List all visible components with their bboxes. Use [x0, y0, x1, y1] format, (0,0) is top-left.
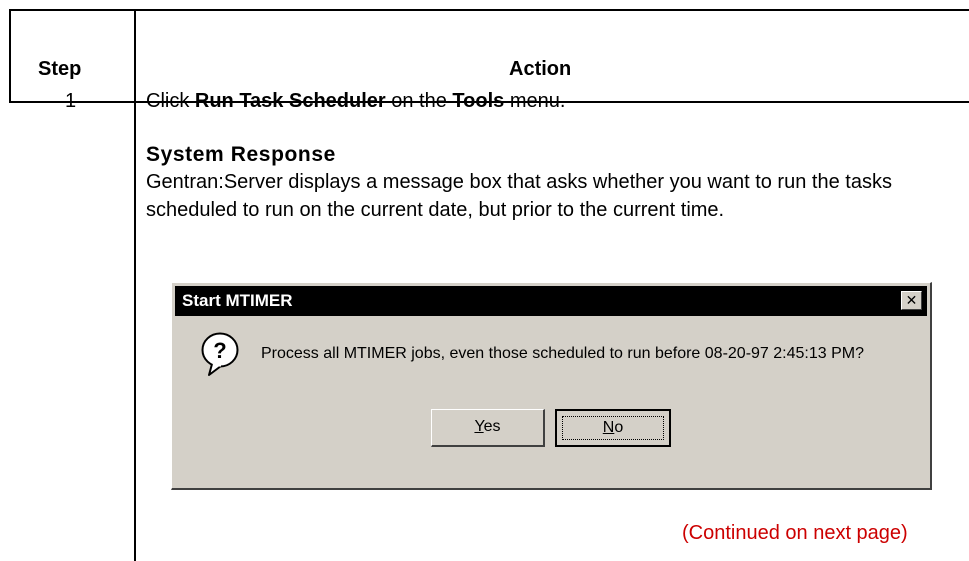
menu-name: Tools [452, 90, 505, 112]
column-divider [134, 9, 136, 561]
step-instruction: Click Run Task Scheduler on the Tools me… [146, 90, 565, 113]
dialog-title: Start MTIMER [182, 291, 293, 310]
no-button[interactable]: No [555, 409, 671, 447]
question-icon: ? [200, 331, 240, 382]
yes-button[interactable]: Yes [431, 409, 545, 447]
yes-label: es [483, 418, 501, 435]
no-label: o [614, 419, 624, 436]
instruction-suffix: menu. [504, 90, 566, 112]
system-response-heading: System Response [146, 143, 336, 166]
table-left-border [9, 9, 11, 103]
system-response-text: Gentran:Server displays a message box th… [146, 171, 892, 221]
instruction-prefix: Click [146, 90, 195, 112]
close-icon: ✕ [905, 292, 918, 308]
no-mnemonic: N [602, 419, 615, 436]
dialog-message: Process all MTIMER jobs, even those sche… [261, 345, 864, 362]
header-step: Step [38, 58, 82, 80]
start-mtimer-dialog: Start MTIMER ✕ ? Process all MTIMER jobs… [171, 282, 932, 490]
command-name: Run Task Scheduler [194, 90, 386, 112]
close-button[interactable]: ✕ [901, 291, 922, 310]
step-number: 1 [65, 90, 77, 112]
table-top-border [9, 9, 969, 11]
yes-mnemonic: Y [474, 418, 484, 435]
svg-text:?: ? [213, 338, 226, 363]
instruction-middle: on the [385, 90, 453, 112]
continued-note: (Continued on next page) [682, 522, 908, 544]
header-action: Action [509, 58, 572, 80]
dialog-titlebar: Start MTIMER ✕ [175, 286, 927, 316]
no-button-focus-ring: No [562, 416, 664, 440]
